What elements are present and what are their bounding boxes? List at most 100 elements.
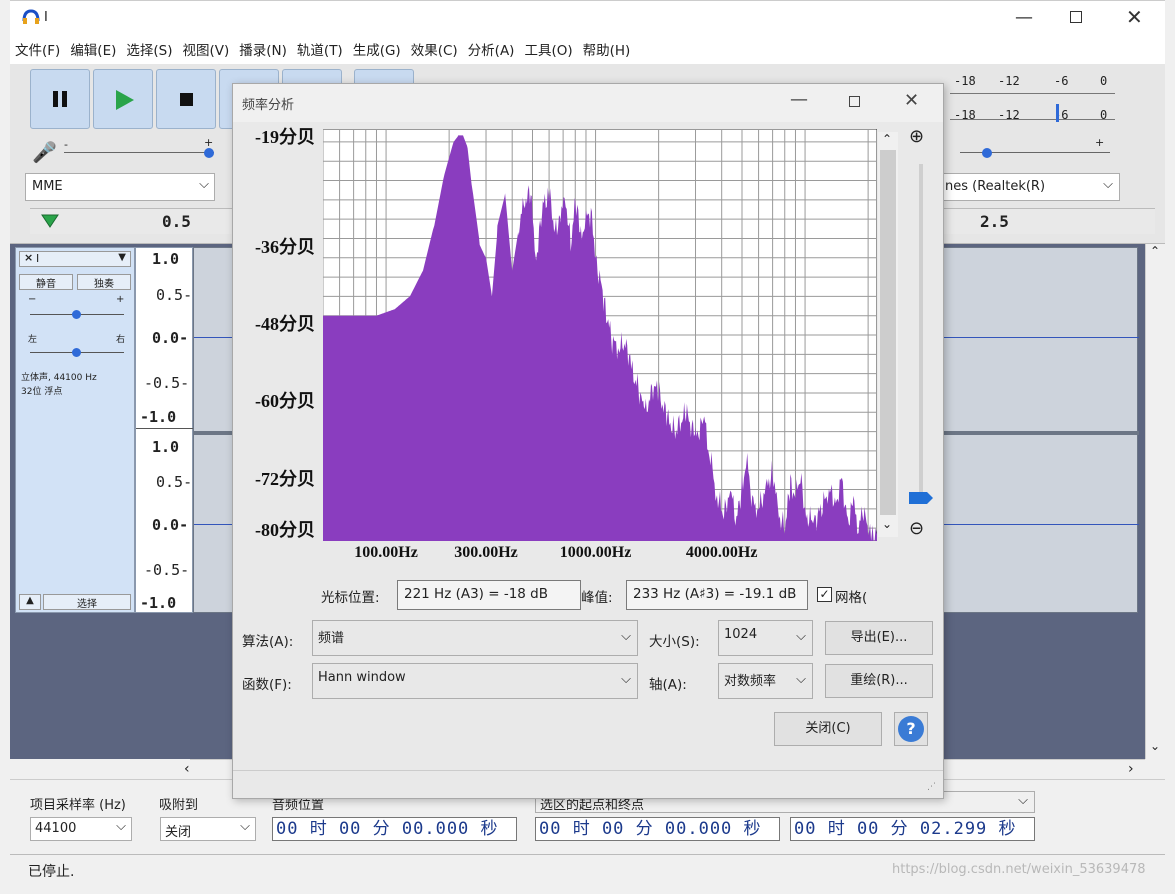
menu-item[interactable]: 播录(N)	[234, 38, 292, 64]
x-tick-label: 100.00Hz	[354, 544, 418, 561]
scale-label: 1.0	[152, 438, 180, 456]
chevron-down-icon: ⌵	[240, 819, 250, 834]
meter-tick: -12	[998, 74, 1020, 88]
scale-label: 0.5-	[156, 473, 193, 491]
spectrum-plot[interactable]	[323, 129, 877, 541]
dialog-close-icon[interactable]: ✕	[904, 90, 919, 111]
export-button[interactable]: 导出(E)...	[825, 621, 933, 655]
y-tick-label: -48分贝	[255, 314, 315, 335]
peak-label: 峰值:	[581, 590, 613, 606]
stop-button[interactable]	[156, 69, 216, 129]
pause-button[interactable]	[30, 69, 90, 129]
scale-label: 1.0	[152, 250, 180, 268]
scroll-down-icon: ⌄	[882, 517, 893, 531]
menu-item[interactable]: 编辑(E)	[65, 38, 121, 64]
chevron-down-icon: ⌵	[116, 819, 126, 834]
plot-vertical-scrollbar[interactable]: ⌃ ⌄	[878, 132, 898, 537]
chevron-down-icon: ⌵	[199, 177, 209, 192]
minimize-icon[interactable]: —	[1015, 7, 1033, 28]
cursor-label: 光标位置:	[321, 590, 380, 606]
zoom-out-icon[interactable]: ⊖	[909, 518, 924, 539]
scroll-right-icon: ›	[1128, 761, 1134, 777]
collapse-track-icon[interactable]: ▲	[19, 594, 41, 610]
playback-device-select[interactable]: nes (Realtek(R) ⌵	[942, 173, 1120, 201]
menu-bar: 文件(F) 编辑(E) 选择(S) 视图(V) 播录(N) 轨道(T) 生成(G) 效果(C)…	[10, 38, 1165, 64]
menu-item[interactable]: 文件(F)	[10, 38, 65, 64]
scroll-left-icon: ‹	[184, 761, 190, 777]
close-icon[interactable]: ✕	[1126, 5, 1143, 29]
audio-host-select[interactable]: MME ⌵	[25, 173, 215, 201]
menu-item[interactable]: 选择(S)	[121, 38, 177, 64]
track-name-menu[interactable]: × I ▼	[19, 251, 131, 267]
window-title: I	[44, 10, 48, 25]
meter-tick: -12	[998, 108, 1020, 122]
window-function-select[interactable]: Hann window ⌵	[312, 663, 638, 699]
track-close-icon: ×	[24, 251, 34, 264]
project-rate-select[interactable]: 44100 ⌵	[30, 817, 132, 841]
scroll-up-icon: ⌃	[1150, 244, 1161, 258]
grid-label: 网格(	[835, 590, 868, 606]
frequency-analysis-dialog: 频率分析 — ✕ -19分贝 -36分贝 -48分贝 -60分贝 -72分贝 -80分贝 …	[232, 83, 944, 799]
pan-thumb[interactable]	[72, 348, 81, 357]
chevron-down-icon: ⌵	[796, 629, 806, 644]
function-label: 函数(F):	[242, 677, 292, 693]
cursor-value-field: 221 Hz (A3) = -18 dB	[397, 580, 581, 610]
audio-position-field[interactable]: 00 时 00 分 00.000 秒	[272, 817, 517, 841]
replot-button[interactable]: 重绘(R)...	[825, 664, 933, 698]
menu-item[interactable]: 视图(V)	[178, 38, 235, 64]
app-title-bar: I — ✕	[10, 0, 1165, 38]
play-button[interactable]	[93, 69, 153, 129]
scale-label: 0.0-	[152, 516, 189, 534]
ruler-label: 2.5	[980, 212, 1009, 231]
playback-volume-thumb[interactable]	[982, 148, 992, 158]
vertical-scrollbar[interactable]: ⌃ ⌄	[1145, 244, 1165, 759]
algorithm-select[interactable]: 频谱 ⌵	[312, 620, 638, 656]
track-menu-arrow-icon: ▼	[118, 252, 126, 263]
chevron-down-icon: ⌵	[1103, 177, 1113, 192]
playback-slider-plus-label: +	[1095, 136, 1105, 149]
snap-label: 吸附到	[159, 798, 199, 813]
maximize-icon[interactable]	[1070, 11, 1082, 23]
solo-button[interactable]: 独奏	[77, 274, 131, 290]
meter-tick: -6	[1054, 74, 1069, 88]
x-tick-label: 1000.00Hz	[559, 544, 632, 561]
menu-item[interactable]: 效果(C)	[406, 38, 463, 64]
menu-item[interactable]: 轨道(T)	[292, 38, 348, 64]
help-button[interactable]: ?	[894, 712, 928, 746]
meter-tick: 0	[1100, 108, 1108, 122]
zoom-slider[interactable]	[919, 164, 923, 494]
watermark: https://blog.csdn.net/weixin_53639478	[892, 862, 1146, 877]
scale-label: -1.0	[140, 594, 177, 612]
selection-end-field[interactable]: 00 时 00 分 02.299 秒	[790, 817, 1035, 841]
menu-item[interactable]: 分析(A)	[463, 38, 520, 64]
snap-select[interactable]: 关闭 ⌵	[160, 817, 256, 841]
dialog-maximize-icon[interactable]	[849, 96, 860, 107]
track-format: 32位 浮点	[21, 387, 63, 397]
recording-volume-thumb[interactable]	[204, 148, 214, 158]
close-button[interactable]: 关闭(C)	[774, 712, 882, 746]
resize-grip-icon[interactable]: ⋰	[927, 782, 936, 792]
vertical-amplitude-ruler: 1.0 0.5- 0.0- -0.5- -1.0 1.0 0.5- 0.0- -…	[135, 247, 194, 613]
track-info: 立体声, 44100 Hz	[21, 373, 97, 383]
size-select[interactable]: 1024 ⌵	[718, 620, 813, 656]
zoom-in-icon[interactable]: ⊕	[909, 126, 924, 147]
menu-item[interactable]: 帮助(H)	[578, 38, 636, 64]
menu-item[interactable]: 生成(G)	[348, 38, 406, 64]
track-control-panel[interactable]: × I ▼ 静音 独奏 − + 左 右 立体声, 44100 Hz 32位 浮点…	[15, 247, 135, 613]
gain-thumb[interactable]	[72, 310, 81, 319]
play-icon	[116, 90, 134, 110]
recording-volume-slider[interactable]	[64, 152, 214, 153]
axis-select[interactable]: 对数频率 ⌵	[718, 663, 813, 699]
selection-start-field[interactable]: 00 时 00 分 00.000 秒	[535, 817, 780, 841]
grid-checkbox[interactable]: ✓	[817, 587, 832, 602]
chevron-down-icon: ⌵	[796, 672, 806, 687]
scale-label: -0.5-	[144, 561, 190, 579]
x-axis: 100.00Hz 300.00Hz 1000.00Hz 4000.00Hz	[323, 541, 877, 569]
mute-button[interactable]: 静音	[19, 274, 73, 290]
dialog-minimize-icon[interactable]: —	[790, 89, 808, 110]
select-track-button[interactable]: 选择	[43, 594, 131, 610]
scale-label: 0.5-	[156, 286, 193, 304]
meter-marker	[1056, 104, 1059, 122]
menu-item[interactable]: 工具(O)	[519, 38, 577, 64]
level-meter[interactable]: -18 -12 -6 0 -18 -12 -6 0	[950, 72, 1115, 128]
